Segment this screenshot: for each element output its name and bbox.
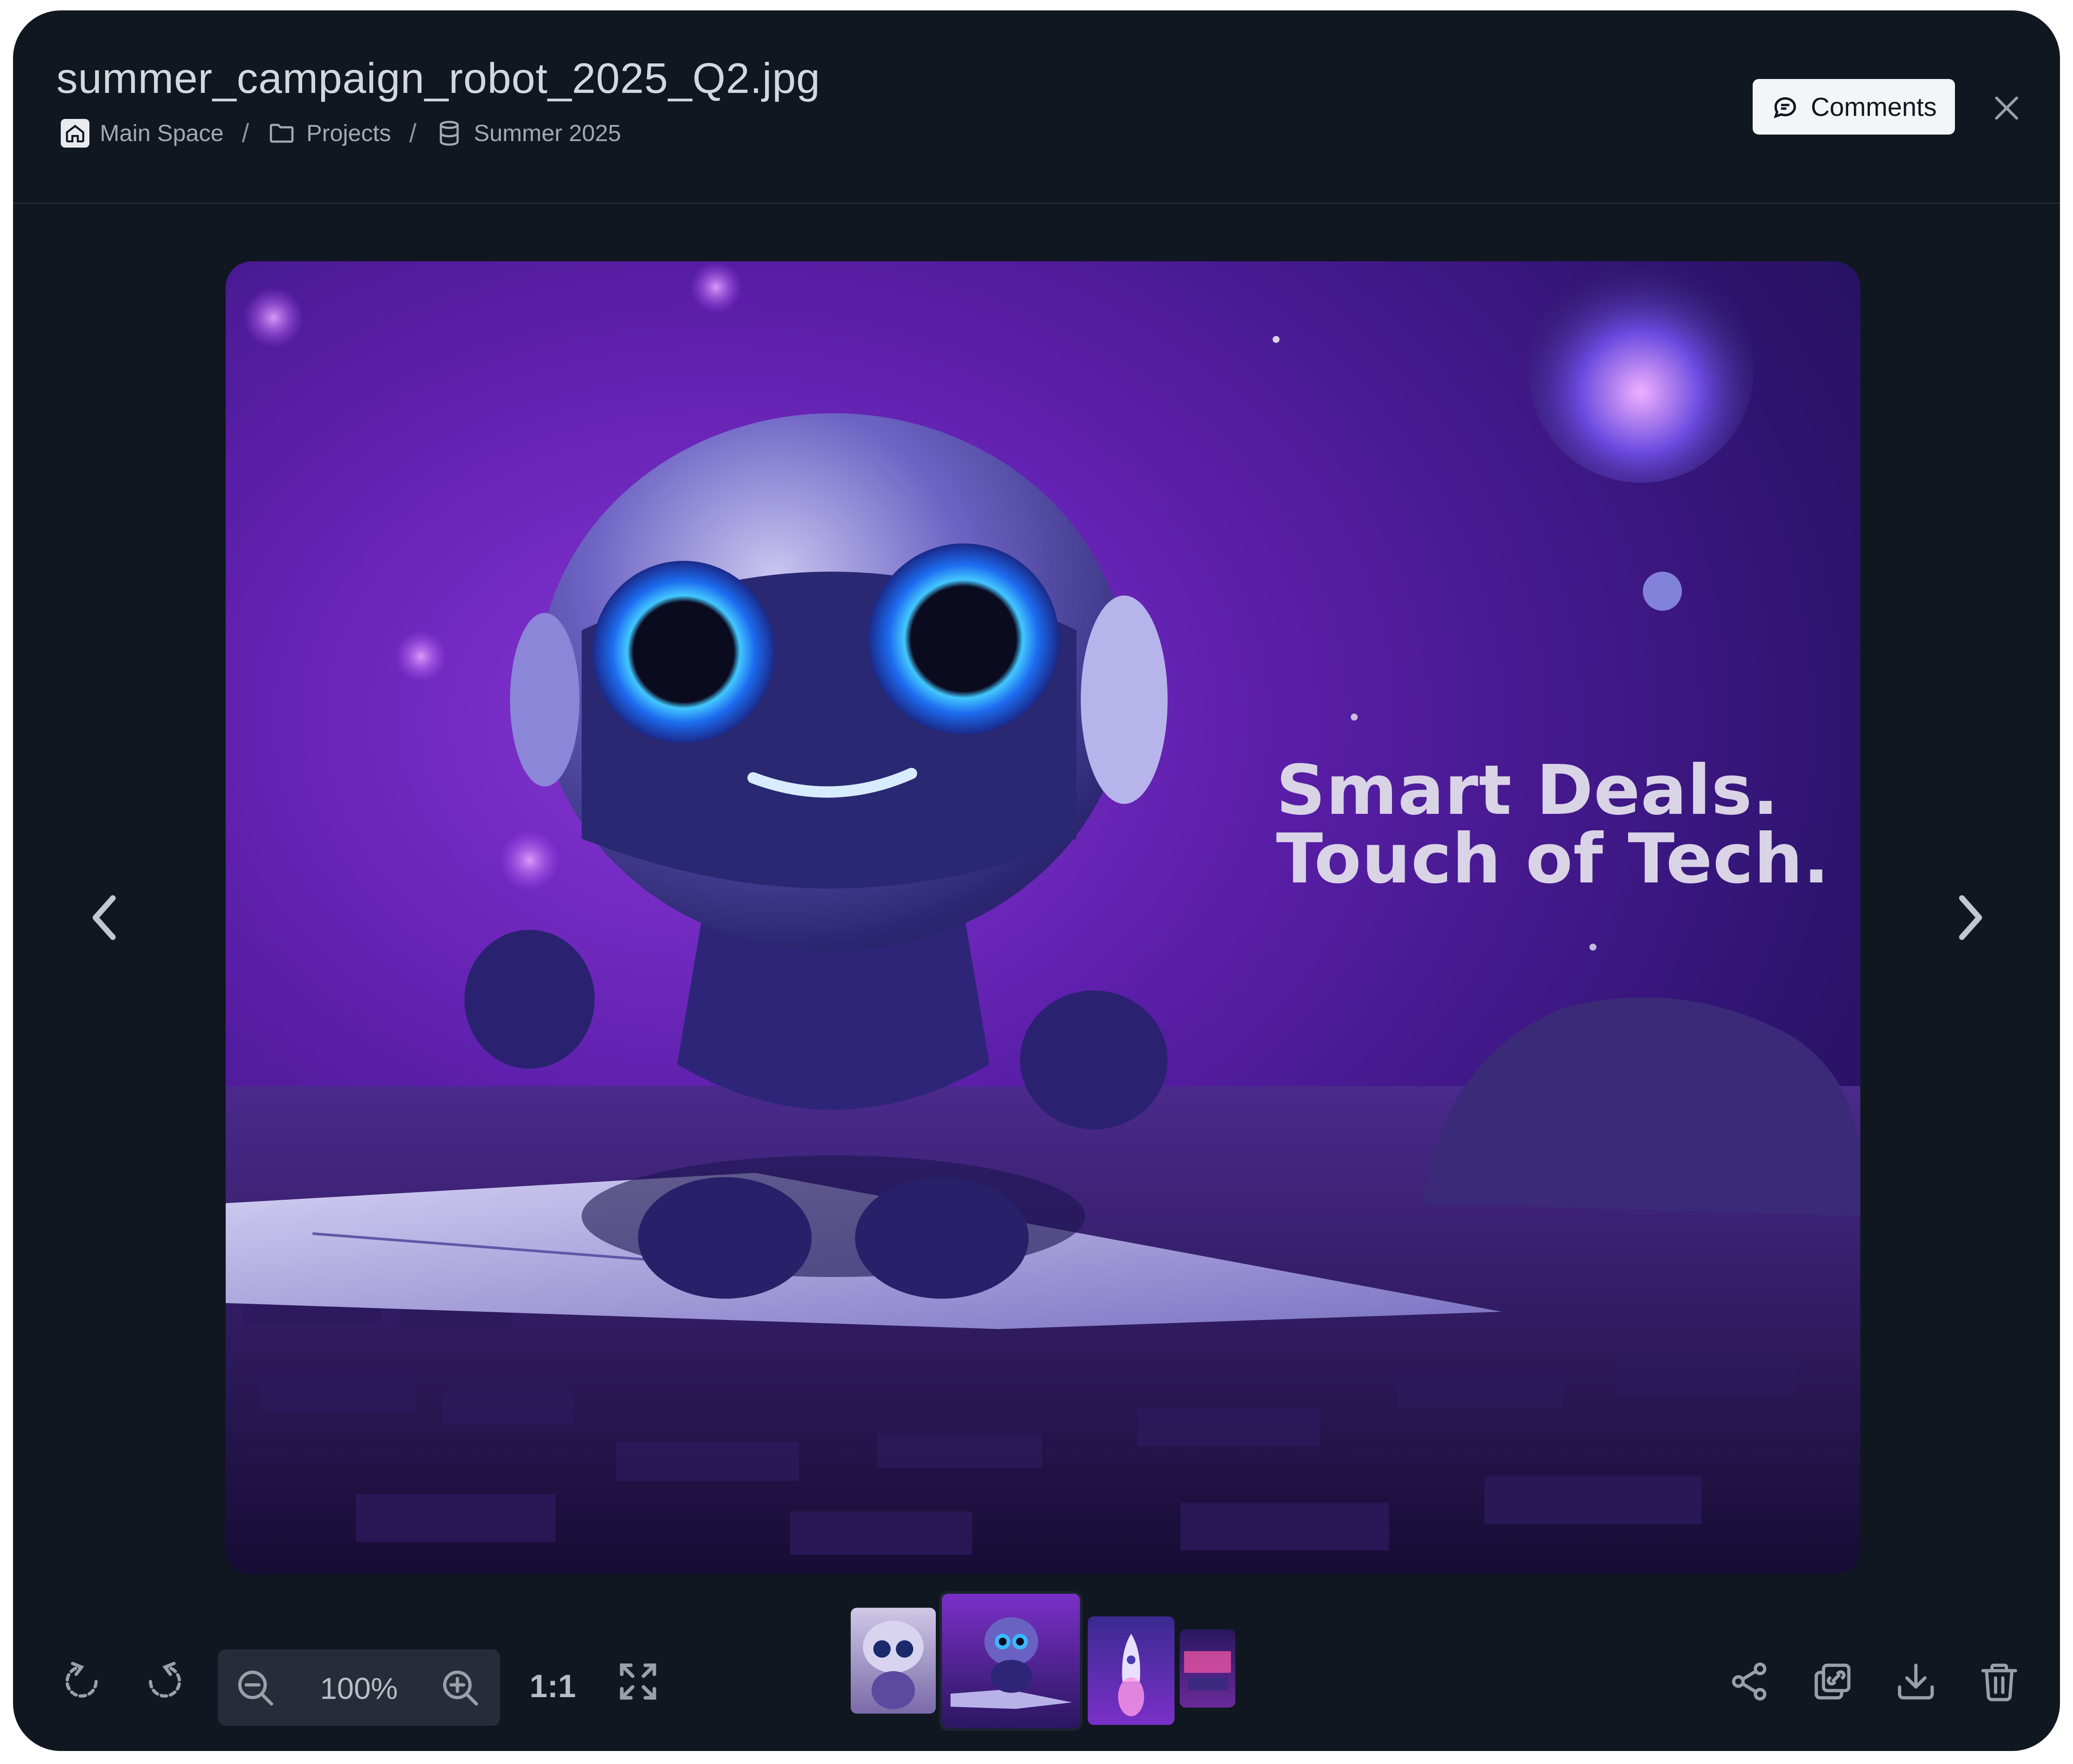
- zoom-level: 100%: [320, 1672, 398, 1705]
- home-icon: [61, 118, 89, 148]
- headline-line-2: Touch of Tech.: [1276, 819, 1830, 899]
- breadcrumb-label: Main Space: [100, 120, 224, 146]
- main-image: Smart Deals. Touch of Tech.: [226, 261, 1860, 1575]
- viewer-header: summer_campaign_robot_2025_Q2.jpg Main S…: [13, 10, 2060, 204]
- breadcrumb-label: Summer 2025: [474, 120, 621, 146]
- comments-button[interactable]: Comments: [1753, 79, 1955, 135]
- thumbnail-image: [1118, 1634, 1144, 1716]
- breadcrumb-item-summer-2025[interactable]: Summer 2025: [435, 119, 621, 148]
- next-image-button[interactable]: [1953, 892, 1988, 944]
- zoom-controls: 100%: [218, 1649, 500, 1726]
- breadcrumb-item-main-space[interactable]: Main Space: [61, 118, 224, 148]
- fullscreen-icon[interactable]: [616, 1660, 660, 1703]
- breadcrumb-item-projects[interactable]: Projects: [267, 119, 391, 148]
- thumbnail-rocket-launch[interactable]: [1088, 1616, 1175, 1725]
- zoom-out-icon[interactable]: [234, 1666, 277, 1709]
- image-headline: Smart Deals. Touch of Tech.: [1276, 756, 1830, 893]
- breadcrumb: Main Space / Projects / Summer 2025: [61, 118, 621, 148]
- database-icon: [439, 120, 459, 146]
- thumbnail-robot-on-laptop[interactable]: [942, 1594, 1080, 1728]
- image-viewer-modal: summer_campaign_robot_2025_Q2.jpg Main S…: [13, 10, 2060, 1751]
- download-icon[interactable]: [1894, 1660, 1938, 1703]
- breadcrumb-separator: /: [242, 118, 249, 148]
- zoom-in-icon[interactable]: [438, 1666, 482, 1709]
- share-icon[interactable]: [1728, 1660, 1771, 1703]
- close-icon[interactable]: [1991, 93, 2022, 123]
- breadcrumb-label: Projects: [306, 120, 391, 146]
- previous-image-button[interactable]: [87, 892, 122, 944]
- rotate-right-icon[interactable]: [143, 1660, 187, 1703]
- copy-link-icon[interactable]: [1811, 1660, 1854, 1703]
- thumbnail-neon-room[interactable]: [1180, 1629, 1235, 1708]
- trash-icon[interactable]: [1978, 1660, 2021, 1703]
- folder-icon: [270, 123, 294, 143]
- actual-size-button[interactable]: 1:1: [530, 1668, 576, 1705]
- robot-illustration: [226, 261, 1860, 1575]
- comments-label: Comments: [1810, 92, 1937, 122]
- thumbnail-image: [951, 1617, 1072, 1709]
- headline-line-1: Smart Deals.: [1276, 750, 1779, 830]
- comment-icon: [1774, 97, 1796, 118]
- thumbnail-image: [1184, 1651, 1231, 1690]
- breadcrumb-separator: /: [409, 118, 417, 148]
- rotate-left-icon[interactable]: [60, 1660, 103, 1703]
- thumbnail-robot-portrait[interactable]: [851, 1608, 936, 1714]
- file-title: summer_campaign_robot_2025_Q2.jpg: [56, 54, 820, 102]
- thumbnail-image: [863, 1621, 924, 1709]
